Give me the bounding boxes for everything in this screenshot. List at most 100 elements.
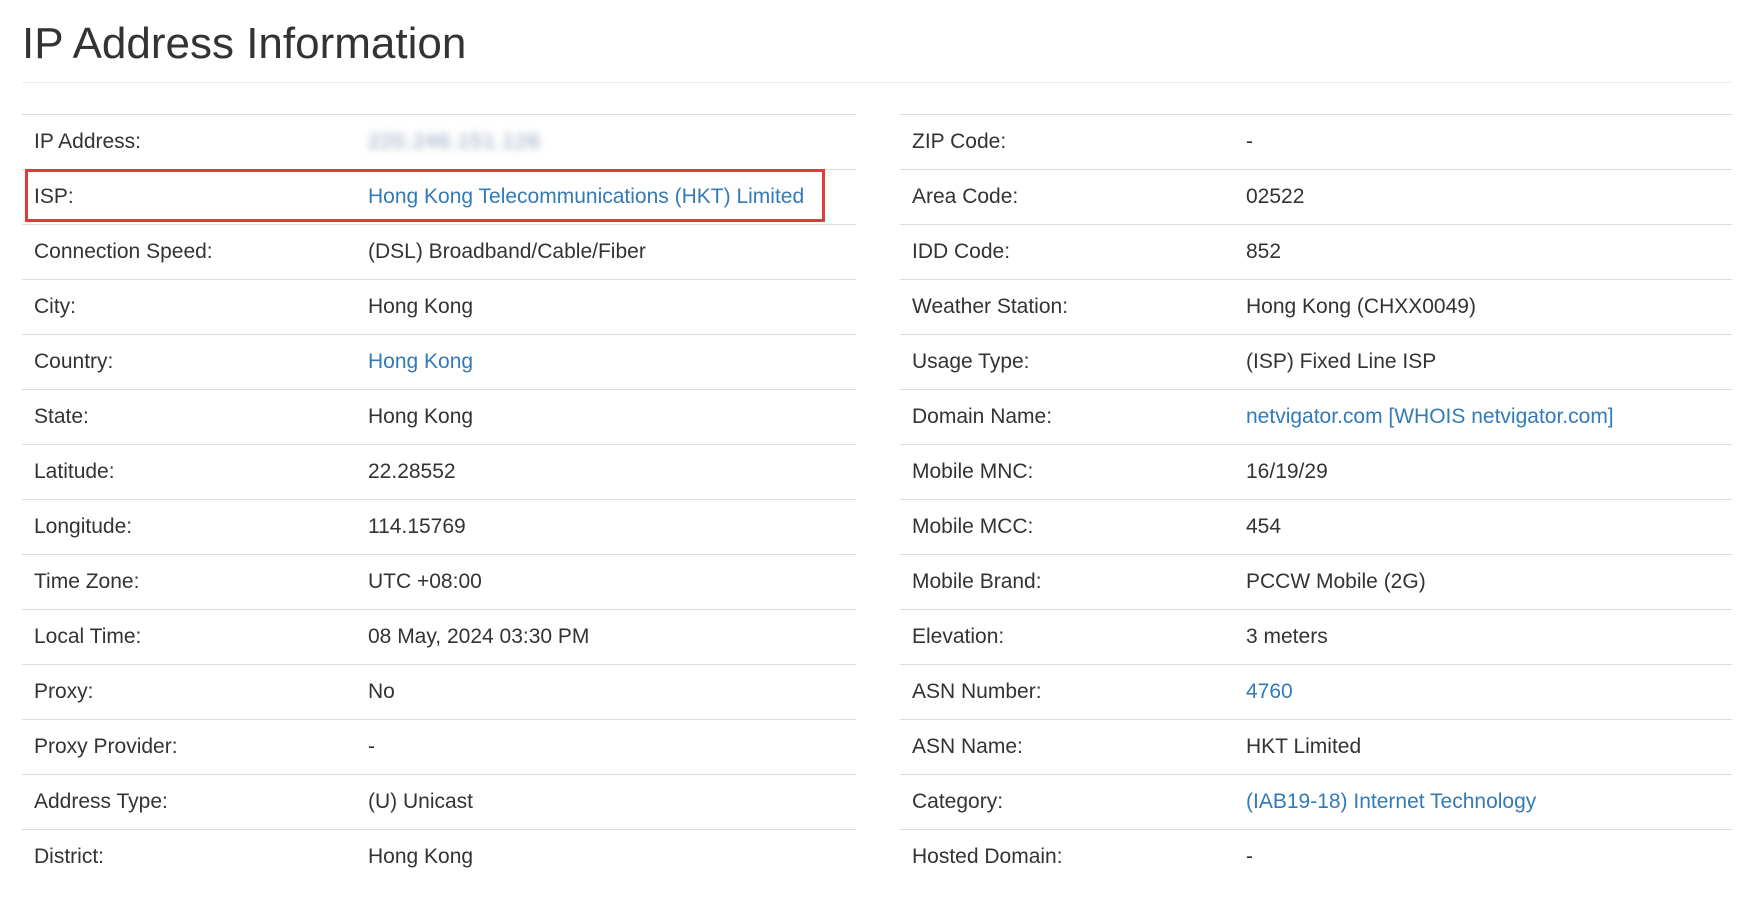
area-code-value: 02522 (1246, 185, 1305, 208)
row-value-cell: 4760 (1234, 664, 1732, 720)
longitude-value: 114.15769 (368, 515, 466, 538)
row-label: Domain Name: (900, 389, 1234, 445)
table-row-proxy-provider: Proxy Provider: - (22, 719, 856, 775)
state-value: Hong Kong (368, 405, 474, 428)
table-row-city: City: Hong Kong (22, 279, 856, 335)
row-label: Time Zone: (22, 554, 356, 610)
table-row-longitude: Longitude: 114.15769 (22, 499, 856, 555)
row-label: ASN Name: (900, 719, 1234, 775)
proxy-provider-value: - (368, 735, 375, 758)
table-row-mobile-mnc: Mobile MNC: 16/19/29 (900, 444, 1732, 500)
right-info-table: ZIP Code: - Area Code: 02522 IDD Code: 852 Wea… (900, 114, 1732, 885)
usage-type-value: (ISP) Fixed Line ISP (1246, 350, 1437, 373)
table-row-time-zone: Time Zone: UTC +08:00 (22, 554, 856, 610)
row-value-cell: (IAB19-18) Internet Technology (1234, 774, 1732, 830)
row-value-cell: HKT Limited (1234, 719, 1732, 775)
asn-number-link[interactable]: 4760 (1246, 680, 1293, 703)
asn-name-value: HKT Limited (1246, 735, 1362, 758)
row-value-cell: - (1234, 829, 1732, 885)
row-label: ZIP Code: (900, 114, 1234, 170)
row-label: Weather Station: (900, 279, 1234, 335)
row-label: Address Type: (22, 774, 356, 830)
table-row-latitude: Latitude: 22.28552 (22, 444, 856, 500)
row-value-cell: 08 May, 2024 03:30 PM (356, 609, 856, 665)
table-row-domain-name: Domain Name: netvigator.com [WHOIS netvig… (900, 389, 1732, 445)
table-row-hosted-domain: Hosted Domain: - (900, 829, 1732, 885)
table-row-asn-number: ASN Number: 4760 (900, 664, 1732, 720)
row-value-cell: - (356, 719, 856, 775)
hosted-domain-value: - (1246, 845, 1253, 869)
isp-link[interactable]: Hong Kong Telecommunications (HKT) Limit… (368, 185, 804, 208)
row-label: Hosted Domain: (900, 829, 1234, 885)
proxy-value: No (368, 680, 395, 703)
row-value-cell: Hong Kong (356, 279, 856, 335)
row-label: State: (22, 389, 356, 445)
row-value-cell: Hong Kong Telecommunications (HKT) Limit… (356, 169, 856, 225)
row-label: Country: (22, 334, 356, 390)
row-label: IP Address: (22, 114, 356, 170)
table-row-ip-address: IP Address: 220.246.151.126 (22, 114, 856, 170)
page-title: IP Address Information (22, 0, 1732, 83)
country-link[interactable]: Hong Kong (368, 350, 473, 373)
mobile-mcc-value: 454 (1246, 515, 1282, 538)
table-row-isp: ISP: Hong Kong Telecommunications (HKT) L… (22, 169, 856, 225)
table-row-usage-type: Usage Type: (ISP) Fixed Line ISP (900, 334, 1732, 390)
row-value-cell: 02522 (1234, 169, 1732, 225)
row-value-cell: - (1234, 114, 1732, 170)
ip-address-value: 220.246.151.126 (368, 130, 541, 153)
mobile-brand-value: PCCW Mobile (2G) (1246, 570, 1426, 593)
row-value-cell: 454 (1234, 499, 1732, 555)
address-type-value: (U) Unicast (368, 790, 474, 813)
left-info-table: IP Address: 220.246.151.126 ISP: Hong Kong … (22, 114, 856, 885)
row-label: Connection Speed: (22, 224, 356, 280)
table-row-category: Category: (IAB19-18) Internet Technology (900, 774, 1732, 830)
domain-name-link[interactable]: netvigator.com [WHOIS netvigator.com] (1246, 405, 1614, 428)
row-value-cell: Hong Kong (356, 829, 856, 885)
row-value-cell: 852 (1234, 224, 1732, 280)
row-label: Mobile Brand: (900, 554, 1234, 610)
table-row-mobile-brand: Mobile Brand: PCCW Mobile (2G) (900, 554, 1732, 610)
table-row-elevation: Elevation: 3 meters (900, 609, 1732, 665)
row-value-cell: (U) Unicast (356, 774, 856, 830)
row-label: Elevation: (900, 609, 1234, 665)
time-zone-value: UTC +08:00 (368, 570, 482, 593)
row-value-cell: 22.28552 (356, 444, 856, 500)
latitude-value: 22.28552 (368, 460, 456, 483)
row-value-cell: Hong Kong (356, 334, 856, 390)
table-row-connection-speed: Connection Speed: (DSL) Broadband/Cable/F… (22, 224, 856, 280)
district-value: Hong Kong (368, 845, 474, 869)
row-label: Category: (900, 774, 1234, 830)
row-value-cell: 3 meters (1234, 609, 1732, 665)
table-row-idd-code: IDD Code: 852 (900, 224, 1732, 280)
row-value-cell: Hong Kong (CHXX0049) (1234, 279, 1732, 335)
row-label: Local Time: (22, 609, 356, 665)
category-link[interactable]: (IAB19-18) Internet Technology (1246, 790, 1536, 813)
row-label: Mobile MNC: (900, 444, 1234, 500)
weather-station-value: Hong Kong (CHXX0049) (1246, 295, 1476, 318)
table-row-district: District: Hong Kong (22, 829, 856, 885)
local-time-value: 08 May, 2024 03:30 PM (368, 625, 590, 648)
idd-code-value: 852 (1246, 240, 1282, 263)
elevation-value: 3 meters (1246, 625, 1328, 648)
left-info-table-body: IP Address: 220.246.151.126 ISP: Hong Kong … (22, 114, 856, 885)
row-label: ASN Number: (900, 664, 1234, 720)
table-row-mobile-mcc: Mobile MCC: 454 (900, 499, 1732, 555)
row-label: ISP: (22, 169, 356, 225)
table-row-proxy: Proxy: No (22, 664, 856, 720)
row-value-cell: 16/19/29 (1234, 444, 1732, 500)
row-value-cell: Hong Kong (356, 389, 856, 445)
row-value-cell: (ISP) Fixed Line ISP (1234, 334, 1732, 390)
row-label: Latitude: (22, 444, 356, 500)
row-label: City: (22, 279, 356, 335)
table-row-asn-name: ASN Name: HKT Limited (900, 719, 1732, 775)
connection-speed-value: (DSL) Broadband/Cable/Fiber (368, 240, 646, 263)
mobile-mnc-value: 16/19/29 (1246, 460, 1328, 483)
table-row-zip-code: ZIP Code: - (900, 114, 1732, 170)
row-value-cell: netvigator.com [WHOIS netvigator.com] (1234, 389, 1732, 445)
row-value-cell: UTC +08:00 (356, 554, 856, 610)
row-label: Proxy: (22, 664, 356, 720)
row-label: Area Code: (900, 169, 1234, 225)
row-value-cell: (DSL) Broadband/Cable/Fiber (356, 224, 856, 280)
row-label: District: (22, 829, 356, 885)
row-value-cell: No (356, 664, 856, 720)
